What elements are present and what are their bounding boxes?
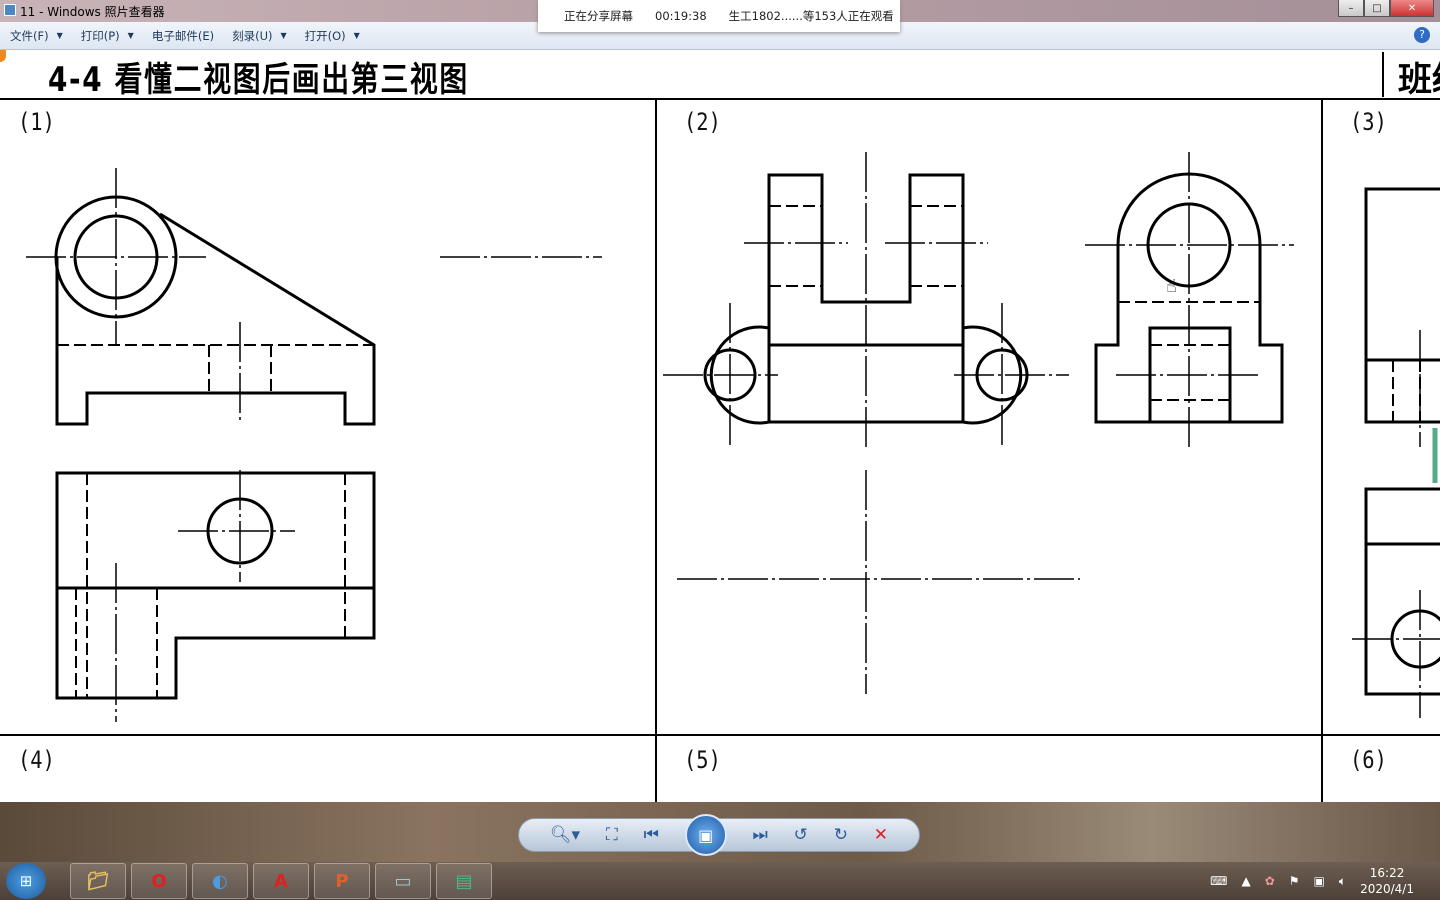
zoom-icon[interactable]: 🔍︎▾ — [550, 825, 580, 845]
rotate-cw-icon[interactable]: ↻ — [834, 825, 848, 845]
keyboard-icon[interactable]: ⌨ — [1210, 874, 1227, 888]
rotate-ccw-icon[interactable]: ↺ — [794, 825, 808, 845]
problem1-top-view — [55, 471, 376, 700]
taskbar: ⊞ 📁︎ O ◐ A P ▭ ▤ ⌨ ▲ ✿ ⚑ ▣ 🔈︎ 16:22 2020… — [0, 862, 1440, 900]
previous-icon[interactable]: ⏮ — [644, 825, 659, 845]
screen-share-banner: 正在分享屏幕 00:19:38 生工1802......等153人正在观看 — [538, 0, 900, 32]
share-viewers: 生工1802......等153人正在观看 — [728, 9, 894, 23]
delete-icon[interactable]: ✕ — [874, 825, 888, 845]
start-button[interactable]: ⊞ — [6, 863, 46, 899]
next-icon[interactable]: ⏭ — [753, 825, 768, 845]
problem3-partial-views — [1364, 187, 1440, 696]
taskbar-photo-viewer[interactable]: ▭ — [375, 863, 431, 899]
action-center-icon[interactable]: ⚑ — [1289, 874, 1300, 888]
taskbar-autocad[interactable]: A — [253, 863, 309, 899]
system-tray: ⌨ ▲ ✿ ⚑ ▣ 🔈︎ 16:22 2020/4/1 — [1210, 862, 1440, 900]
panel-grid — [0, 52, 1440, 802]
share-timer: 00:19:38 — [655, 9, 707, 23]
clock-time: 16:22 — [1369, 866, 1405, 880]
hand-cursor-icon: ☝ — [1166, 276, 1177, 297]
app-tray-icon[interactable]: ✿ — [1265, 874, 1275, 888]
actual-size-icon[interactable]: ⛶ — [606, 825, 618, 845]
network-icon[interactable]: ▣ — [1314, 874, 1325, 888]
viewer-toolbar-area: 🔍︎▾ ⛶ ⏮ ▣ ⏭ ↺ ↻ ✕ — [0, 802, 1440, 862]
problem1-front-view — [54, 195, 376, 426]
taskbar-opera[interactable]: O — [131, 863, 187, 899]
taskbar-powerpoint[interactable]: P — [314, 863, 370, 899]
show-hidden-icons[interactable]: ▲ — [1241, 874, 1250, 888]
share-status: 正在分享屏幕 — [564, 9, 633, 23]
slideshow-icon[interactable]: ▣ — [684, 814, 727, 856]
viewer-toolbar: 🔍︎▾ ⛶ ⏮ ▣ ⏭ ↺ ↻ ✕ — [518, 814, 920, 856]
taskbar-explorer[interactable]: 📁︎ — [70, 863, 126, 899]
taskbar-other-app[interactable]: ▤ — [436, 863, 492, 899]
taskbar-browser[interactable]: ◐ — [192, 863, 248, 899]
clock[interactable]: 16:22 2020/4/1 — [1360, 865, 1414, 897]
drawing-sheet: ☝ — [0, 52, 1440, 802]
clock-date: 2020/4/1 — [1360, 882, 1414, 896]
volume-icon[interactable]: 🔈︎ — [1339, 874, 1346, 889]
